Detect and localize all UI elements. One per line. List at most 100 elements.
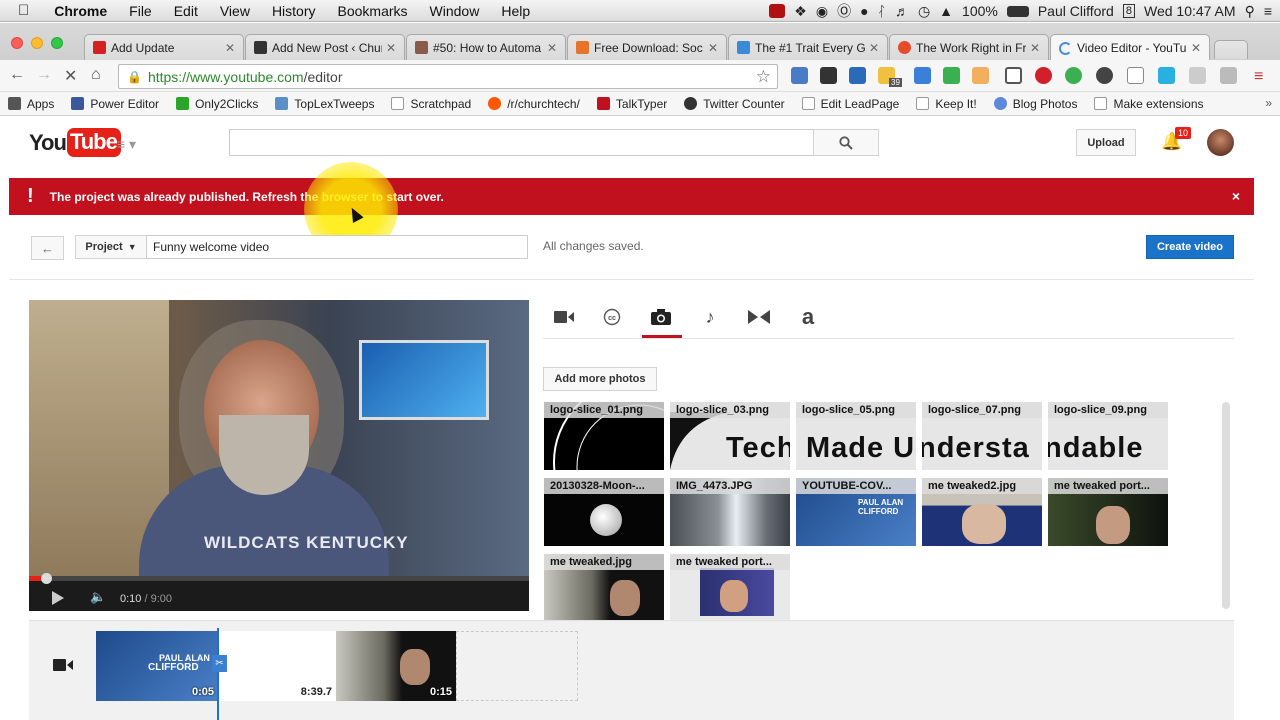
- tab-close-icon[interactable]: ✕: [708, 41, 718, 55]
- scrubber-handle[interactable]: [41, 573, 52, 584]
- photo-thumb[interactable]: ndable logo-slice_09.png: [1048, 402, 1168, 470]
- timeline-clip[interactable]: 0:15: [336, 631, 456, 701]
- extension-code-icon[interactable]: [1189, 67, 1206, 84]
- timeline-clip[interactable]: PAUL ALAN CLIFFORD 0:05: [96, 631, 218, 701]
- photo-thumb[interactable]: me tweaked2.jpg: [922, 478, 1042, 546]
- photo-thumb[interactable]: me tweaked port...: [670, 554, 790, 622]
- back-to-projects-button[interactable]: ←: [31, 236, 64, 260]
- search-input[interactable]: [229, 129, 814, 156]
- spotlight-icon[interactable]: ⚲: [1245, 3, 1255, 20]
- back-icon[interactable]: ←: [9, 66, 25, 84]
- cc-tab-icon[interactable]: cc: [597, 305, 627, 329]
- photo-thumb[interactable]: 20130328-Moon-...: [544, 478, 664, 546]
- upload-button[interactable]: Upload: [1076, 129, 1136, 156]
- play-icon[interactable]: [52, 591, 64, 605]
- notification-center-icon[interactable]: ≡: [1264, 3, 1272, 19]
- menu-help[interactable]: Help: [490, 3, 541, 19]
- b-icon[interactable]: Ⓞ: [837, 1, 851, 21]
- menu-window[interactable]: Window: [419, 3, 491, 19]
- project-name-input[interactable]: Funny welcome video: [146, 235, 528, 259]
- tab-how-to-automate[interactable]: #50: How to Automa ✕: [406, 34, 566, 60]
- forward-icon[interactable]: →: [36, 66, 52, 84]
- extension-feedly-icon[interactable]: [943, 67, 960, 84]
- photo-thumb[interactable]: PAUL ALAN CLIFFORD YOUTUBE-COV...: [796, 478, 916, 546]
- extension-owl-icon[interactable]: [820, 67, 837, 84]
- tab-close-icon[interactable]: ✕: [386, 41, 396, 55]
- menu-bookmarks[interactable]: Bookmarks: [327, 3, 419, 19]
- battery-percent[interactable]: 100%: [962, 3, 998, 19]
- extension-bird-icon[interactable]: [914, 67, 931, 84]
- close-window-button[interactable]: [11, 37, 23, 49]
- extension-hangouts-icon[interactable]: [1065, 67, 1082, 84]
- status-icon[interactable]: ◉: [816, 3, 828, 20]
- photo-thumb[interactable]: Tech logo-slice_03.png: [670, 402, 790, 470]
- evernote-icon[interactable]: ●: [860, 3, 868, 19]
- tab-close-icon[interactable]: ✕: [1030, 41, 1040, 55]
- music-tab-icon[interactable]: ♪: [695, 305, 725, 329]
- tab-close-icon[interactable]: ✕: [869, 41, 879, 55]
- alert-close-icon[interactable]: ×: [1232, 188, 1240, 204]
- bookmark-power-editor[interactable]: Power Editor: [71, 97, 159, 111]
- timeline-drop-zone[interactable]: [456, 631, 578, 701]
- battery-icon[interactable]: [1006, 5, 1029, 17]
- app-menu[interactable]: Chrome: [43, 3, 118, 19]
- extension-icon[interactable]: [791, 67, 808, 84]
- user-name[interactable]: Paul Clifford: [1038, 3, 1114, 19]
- extension-lastpass-icon[interactable]: [1035, 67, 1052, 84]
- stop-icon[interactable]: ✕: [64, 66, 77, 86]
- extension-arrow-icon[interactable]: [1158, 67, 1175, 84]
- photo-tab-icon[interactable]: [646, 305, 676, 329]
- bookmark-scratchpad[interactable]: Scratchpad: [391, 97, 471, 111]
- apple-menu-icon[interactable]: : [0, 2, 43, 19]
- bluetooth-icon[interactable]: ᛮ: [878, 3, 886, 19]
- tab-add-new-post[interactable]: Add New Post ‹ Chur ✕: [245, 34, 405, 60]
- guide-menu-icon[interactable]: ≡ ▾: [117, 136, 136, 153]
- tab-video-editor[interactable]: Video Editor - YouTu ✕: [1050, 34, 1210, 61]
- bookmark-twitter-counter[interactable]: Twitter Counter: [684, 97, 785, 111]
- dropbox-icon[interactable]: ❖: [794, 3, 807, 20]
- volume-icon[interactable]: ♬: [895, 3, 909, 19]
- chrome-menu-icon[interactable]: ≡: [1254, 68, 1263, 86]
- tab-close-icon[interactable]: ✕: [547, 41, 557, 55]
- photo-thumb[interactable]: me tweaked.jpg: [544, 554, 664, 622]
- bookmark-churchtech[interactable]: /r/churchtech/: [488, 97, 580, 111]
- titles-tab-icon[interactable]: a: [793, 304, 823, 329]
- new-tab-button[interactable]: [1214, 40, 1248, 59]
- bookmark-only2clicks[interactable]: Only2Clicks: [176, 97, 258, 111]
- photo-grid-scrollbar[interactable]: [1222, 402, 1230, 609]
- extension-chart-icon[interactable]: [849, 67, 866, 84]
- photo-thumb[interactable]: IMG_4473.JPG: [670, 478, 790, 546]
- playhead-split-icon[interactable]: ✂: [212, 655, 227, 672]
- calendar-icon[interactable]: 8: [1122, 4, 1135, 18]
- tab-close-icon[interactable]: ✕: [1191, 41, 1201, 55]
- wifi-icon[interactable]: ▲: [939, 3, 953, 19]
- extension-window-icon[interactable]: [1005, 67, 1022, 84]
- address-bar[interactable]: 🔒 https://www.youtube.com/editor ☆: [118, 64, 778, 89]
- bookmark-keep-it[interactable]: Keep It!: [916, 97, 977, 111]
- menu-file[interactable]: File: [118, 3, 163, 19]
- menu-history[interactable]: History: [261, 3, 327, 19]
- home-icon[interactable]: ⌂: [91, 66, 101, 84]
- minimize-window-button[interactable]: [31, 37, 43, 49]
- bookmark-blog-photos[interactable]: Blog Photos: [993, 97, 1077, 111]
- create-video-button[interactable]: Create video: [1146, 235, 1234, 259]
- bookmark-make-extensions[interactable]: Make extensions: [1094, 97, 1204, 111]
- extension-crosshair-icon[interactable]: [1127, 67, 1144, 84]
- transitions-tab-icon[interactable]: [744, 305, 774, 329]
- search-button[interactable]: [813, 129, 879, 156]
- zoom-window-button[interactable]: [51, 37, 63, 49]
- avatar[interactable]: [1207, 129, 1234, 156]
- tab-work-right[interactable]: The Work Right in Fr ✕: [889, 34, 1049, 60]
- bookmark-edit-leadpage[interactable]: Edit LeadPage: [801, 97, 899, 111]
- extension-record-icon[interactable]: [1096, 67, 1113, 84]
- bookmark-talktyper[interactable]: TalkTyper: [596, 97, 667, 111]
- video-preview[interactable]: WILDCATS KENTUCKY: [29, 300, 529, 576]
- tab-add-update[interactable]: Add Update ✕: [84, 34, 244, 60]
- bookmarks-overflow-icon[interactable]: »: [1265, 96, 1272, 110]
- photo-thumb[interactable]: Made U logo-slice_05.png: [796, 402, 916, 470]
- timeline-clip[interactable]: 8:39.7: [218, 631, 336, 701]
- screen-record-icon[interactable]: [769, 4, 786, 18]
- video-tab-icon[interactable]: [549, 305, 579, 329]
- tab-free-download[interactable]: Free Download: Soc ✕: [567, 34, 727, 60]
- clock[interactable]: Wed 10:47 AM: [1144, 3, 1236, 19]
